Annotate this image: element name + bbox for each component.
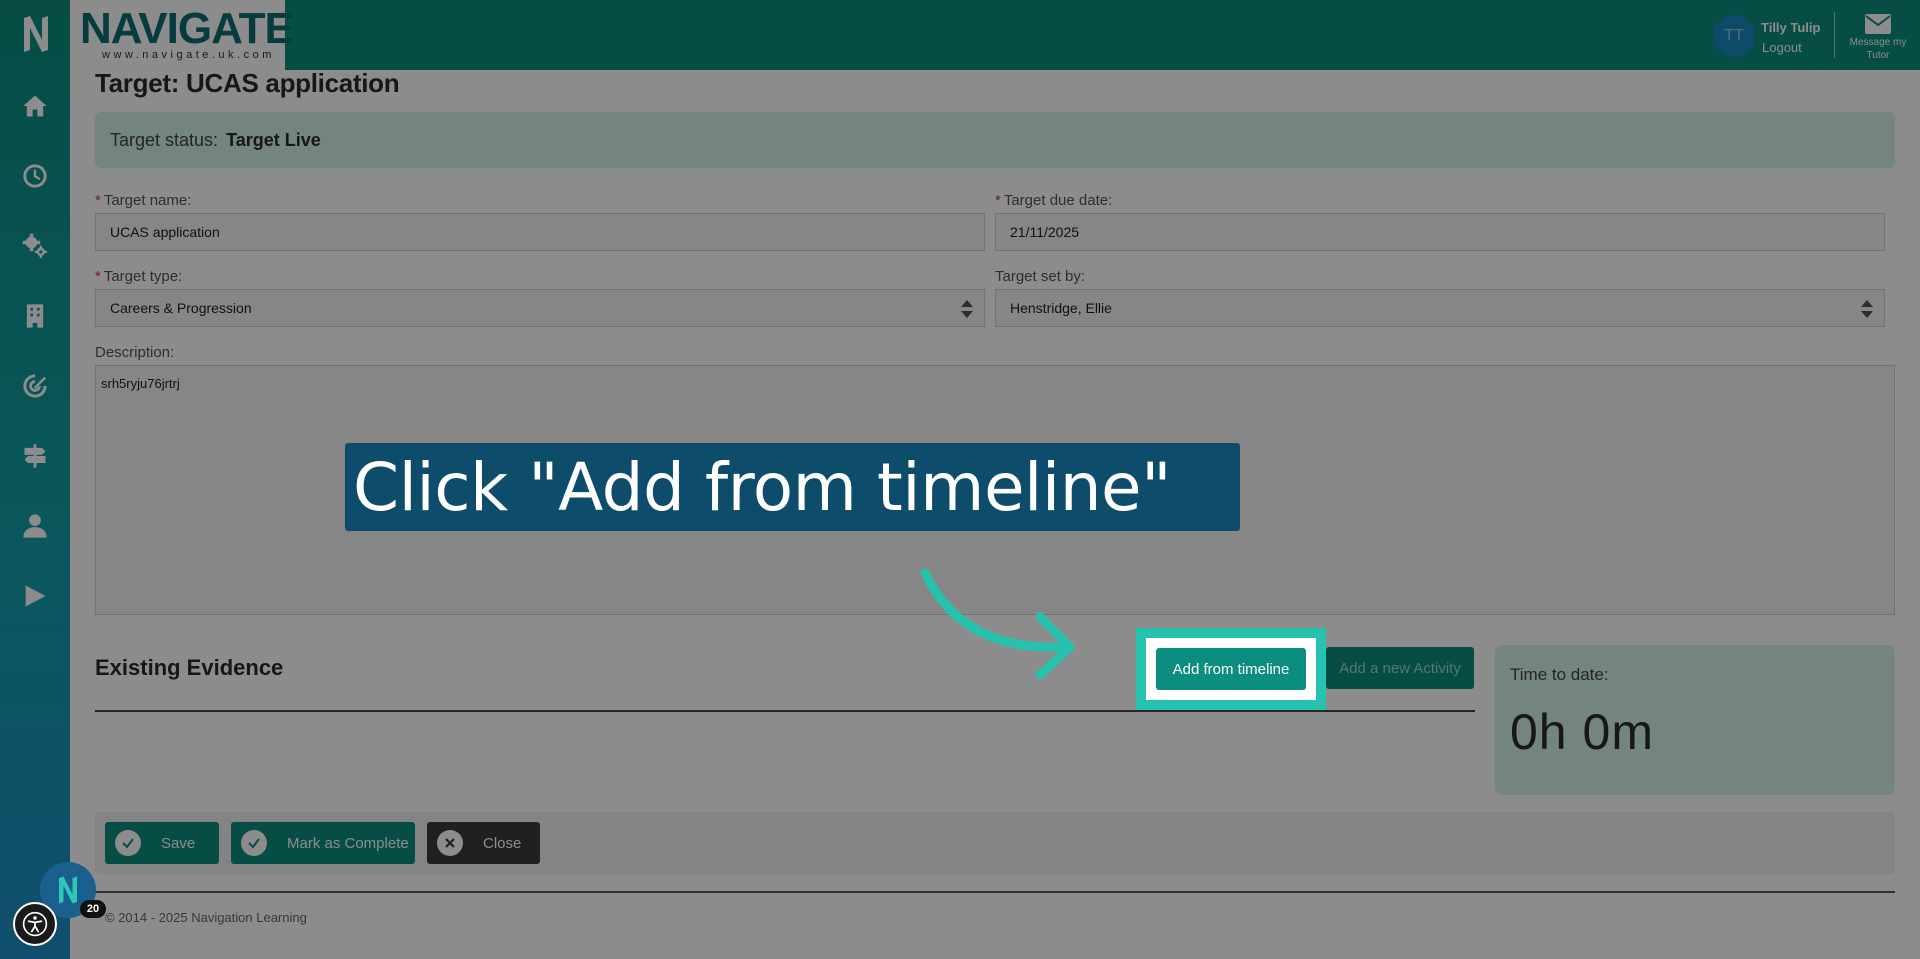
target-set-by-label: Target set by: (995, 268, 1086, 285)
brand-url: www.navigate.uk.com (102, 49, 275, 61)
existing-evidence-heading: Existing Evidence (95, 655, 284, 680)
close-icon (437, 830, 463, 856)
actions-bar: Save Mark as Complete Close (95, 812, 1895, 874)
user-icon[interactable] (17, 508, 53, 544)
target-due-date-field[interactable]: 21/11/2025 (995, 213, 1885, 251)
notification-badge: 20 (80, 900, 106, 918)
accessibility-button[interactable] (13, 902, 57, 946)
envelope-icon[interactable] (1865, 14, 1891, 34)
target-set-by-value: Henstridge, Ellie (1010, 300, 1112, 316)
time-to-date-panel: Time to date: 0h 0m (1495, 645, 1895, 795)
add-new-activity-button[interactable]: Add a new Activity (1326, 647, 1474, 689)
copyright-text: © 2014 - 2025 Navigation Learning (105, 910, 307, 925)
target-name-field[interactable]: UCAS application (95, 213, 985, 251)
close-label: Close (483, 834, 522, 852)
brand-logo[interactable]: NAVIGATE www.navigate.uk.com (70, 0, 294, 70)
target-type-value: Careers & Progression (110, 300, 252, 316)
status-panel: Target status: Target Live (95, 112, 1895, 168)
clock-icon[interactable] (17, 158, 53, 194)
tutorial-callout: Click "Add from timeline" (345, 443, 1240, 531)
evidence-divider (95, 710, 1475, 712)
sidebar (0, 0, 70, 959)
gears-icon[interactable] (17, 228, 53, 264)
status-badge: Target Live (226, 129, 321, 150)
footer-divider (95, 891, 1895, 893)
target-name-label: * Target name: (95, 192, 192, 209)
status-label: Target status: (110, 129, 219, 150)
time-to-date-label: Time to date: (1510, 665, 1609, 684)
target-type-select[interactable]: Careers & Progression (95, 289, 985, 327)
select-arrows-icon (1861, 300, 1873, 318)
time-to-date-value: 0h 0m (1510, 704, 1654, 760)
avatar[interactable]: TT (1713, 15, 1755, 57)
mark-complete-label: Mark as Complete (287, 834, 409, 852)
check-icon (115, 830, 141, 856)
navigate-n-logo-icon (59, 876, 77, 904)
accessibility-icon (22, 911, 48, 937)
header-divider (1834, 12, 1835, 58)
brand-wordmark: NAVIGATE (80, 4, 294, 53)
check-icon (241, 830, 267, 856)
navigate-n-logo-icon[interactable] (22, 14, 50, 54)
close-button[interactable]: Close (427, 822, 540, 864)
description-label: Description: (95, 344, 175, 361)
home-icon[interactable] (17, 88, 53, 124)
signpost-icon[interactable] (17, 438, 53, 474)
building-icon[interactable] (17, 298, 53, 334)
curved-arrow-icon (920, 568, 1075, 680)
logout-link[interactable]: Logout (1762, 40, 1802, 55)
user-name: Tilly Tulip (1761, 20, 1821, 35)
target-due-date-label: * Target due date: (995, 192, 1113, 209)
save-label: Save (161, 834, 196, 852)
mark-complete-button[interactable]: Mark as Complete (231, 822, 415, 864)
target-type-label: * Target type: (95, 268, 183, 285)
select-arrows-icon (961, 300, 973, 318)
top-header: NAVIGATE www.navigate.uk.com (70, 0, 1920, 70)
target-set-by-select[interactable]: Henstridge, Ellie (995, 289, 1885, 327)
message-tutor-link[interactable]: Message my Tutor (1848, 36, 1908, 62)
play-icon[interactable] (17, 578, 53, 614)
target-icon[interactable] (17, 368, 53, 404)
save-button[interactable]: Save (105, 822, 219, 864)
add-from-timeline-button[interactable]: Add from timeline (1156, 648, 1306, 690)
page-title: Target: UCAS application (95, 68, 400, 98)
